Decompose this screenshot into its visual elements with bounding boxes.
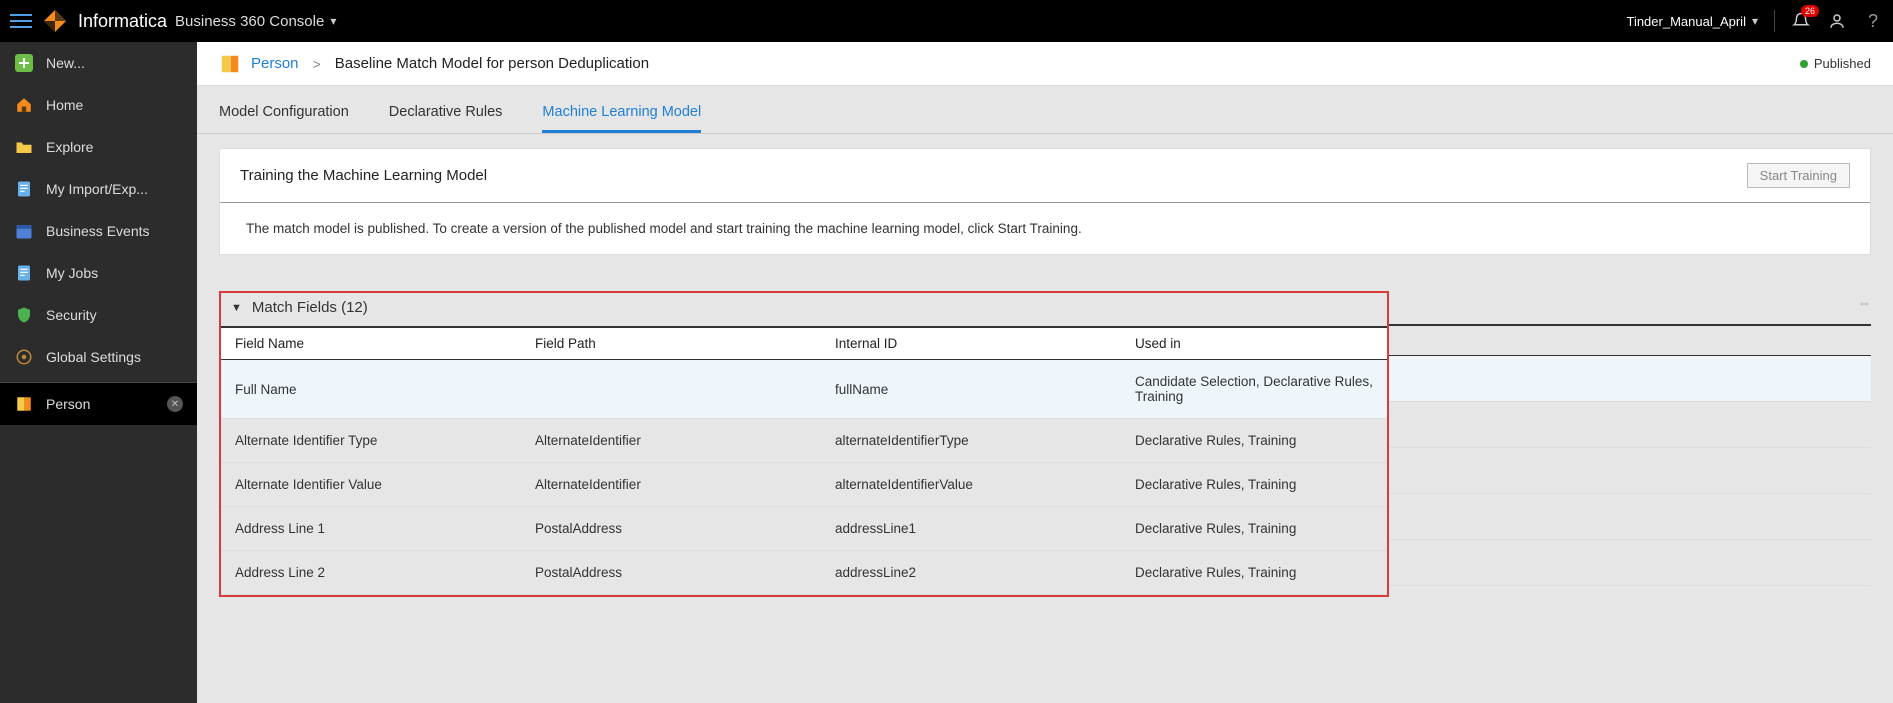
person-entity-icon (14, 394, 34, 414)
cell: Address Line 2 (221, 551, 521, 595)
breadcrumb-link[interactable]: Person (251, 55, 299, 72)
cell: Alternate Identifier Type (221, 419, 521, 463)
username-label: Tinder_Manual_April (1626, 14, 1745, 29)
panel-title: Training the Machine Learning Model (240, 167, 487, 184)
notifications-icon[interactable]: 26 (1791, 11, 1811, 31)
cell: PostalAddress (521, 507, 821, 551)
plus-icon (14, 53, 34, 73)
drag-handle-icon[interactable]: ⇔ (1858, 295, 1871, 310)
sidebar-item-explore[interactable]: Explore (0, 126, 197, 168)
cell: AlternateIdentifier (521, 463, 821, 507)
tab-declarative-rules[interactable]: Declarative Rules (389, 104, 503, 133)
sidebar-item-label: Explore (46, 139, 93, 155)
cell: Declarative Rules, Training (1121, 507, 1387, 551)
tab-bar: Model Configuration Declarative Rules Ma… (197, 86, 1893, 134)
chevron-down-icon: ▾ (1752, 14, 1758, 28)
table-row[interactable]: Alternate Identifier ValueAlternateIdent… (221, 463, 1387, 507)
notification-badge: 26 (1801, 5, 1819, 17)
cell: PostalAddress (521, 551, 821, 595)
cell: addressLine1 (821, 507, 1121, 551)
cell: Declarative Rules, Training (1121, 463, 1387, 507)
page-title: Baseline Match Model for person Deduplic… (335, 55, 649, 72)
gear-icon (14, 347, 34, 367)
cell: alternateIdentifierValue (821, 463, 1121, 507)
sidebar-item-global-settings[interactable]: Global Settings (0, 336, 197, 378)
brand-label: Informatica (78, 11, 167, 32)
sidebar-item-new[interactable]: New... (0, 42, 197, 84)
menu-icon[interactable] (10, 10, 32, 32)
status-label: Published (1814, 56, 1871, 71)
folder-icon (14, 137, 34, 157)
sidebar-open-tab-person[interactable]: Person ✕ (0, 383, 197, 425)
start-training-button[interactable]: Start Training (1747, 163, 1850, 188)
sidebar-item-business-events[interactable]: Business Events (0, 210, 197, 252)
user-icon[interactable] (1827, 11, 1847, 31)
sidebar-item-label: Home (46, 97, 83, 113)
sidebar-item-label: Security (46, 307, 97, 323)
cell (521, 360, 821, 419)
cell: Declarative Rules, Training (1121, 551, 1387, 595)
status-badge: Published (1800, 56, 1871, 71)
shield-icon (14, 305, 34, 325)
section-title: Match Fields (12) (252, 299, 368, 316)
cell: Full Name (221, 360, 521, 419)
topbar: Informatica Business 360 Console ▾ Tinde… (0, 0, 1893, 42)
cell: Alternate Identifier Value (221, 463, 521, 507)
match-fields-table: Field Name Field Path Internal ID Used i… (221, 326, 1387, 595)
sidebar-item-home[interactable]: Home (0, 84, 197, 126)
sidebar-item-label: Person (46, 396, 90, 412)
tab-model-configuration[interactable]: Model Configuration (219, 104, 349, 133)
console-label[interactable]: Business 360 Console (175, 13, 324, 30)
sidebar: New... Home Explore My Import/Exp... Bus… (0, 42, 197, 703)
table-row[interactable]: Full Name fullNameCandidate Selection, De… (221, 360, 1387, 419)
page-icon (14, 263, 34, 283)
table-row[interactable]: Alternate Identifier TypeAlternateIdenti… (221, 419, 1387, 463)
cell: alternateIdentifierType (821, 419, 1121, 463)
sidebar-item-label: New... (46, 55, 85, 71)
divider (1774, 10, 1775, 32)
section-header[interactable]: ▼ Match Fields (12) (221, 295, 1387, 326)
column-header[interactable]: Field Name (221, 327, 521, 360)
breadcrumb-separator: > (313, 56, 321, 72)
chevron-down-icon[interactable]: ▾ (330, 14, 336, 28)
sidebar-item-label: My Jobs (46, 265, 98, 281)
person-entity-icon (219, 53, 241, 75)
sidebar-item-label: Global Settings (46, 349, 141, 365)
cell: Declarative Rules, Training (1121, 419, 1387, 463)
status-dot-icon (1800, 60, 1808, 68)
help-icon[interactable]: ? (1863, 11, 1883, 31)
cell: addressLine2 (821, 551, 1121, 595)
table-row[interactable]: Address Line 1PostalAddressaddressLine1D… (221, 507, 1387, 551)
sidebar-item-label: My Import/Exp... (46, 181, 148, 197)
tab-machine-learning-model[interactable]: Machine Learning Model (542, 104, 701, 133)
training-panel: Training the Machine Learning Model Star… (219, 148, 1871, 255)
panel-message: The match model is published. To create … (220, 203, 1870, 254)
page-icon (14, 179, 34, 199)
sidebar-item-security[interactable]: Security (0, 294, 197, 336)
column-header[interactable]: Internal ID (821, 327, 1121, 360)
sidebar-item-label: Business Events (46, 223, 150, 239)
user-dropdown[interactable]: Tinder_Manual_April ▾ (1626, 14, 1758, 29)
calendar-icon (14, 221, 34, 241)
cell: fullName (821, 360, 1121, 419)
cell: Candidate Selection, Declarative Rules, … (1121, 360, 1387, 419)
sidebar-item-import-export[interactable]: My Import/Exp... (0, 168, 197, 210)
close-icon[interactable]: ✕ (167, 396, 183, 412)
column-header[interactable]: Used in (1121, 327, 1387, 360)
cell: AlternateIdentifier (521, 419, 821, 463)
match-fields-section: ▼ Match Fields (12) Field Name Field Pat… (219, 291, 1871, 597)
cell: Address Line 1 (221, 507, 521, 551)
home-icon (14, 95, 34, 115)
brand-logo-icon (42, 8, 68, 34)
main-content: Person > Baseline Match Model for person… (197, 42, 1893, 703)
breadcrumb: Person > Baseline Match Model for person… (197, 42, 1893, 86)
caret-down-icon: ▼ (231, 302, 242, 314)
column-header[interactable]: Field Path (521, 327, 821, 360)
table-row[interactable]: Address Line 2PostalAddressaddressLine2D… (221, 551, 1387, 595)
sidebar-item-my-jobs[interactable]: My Jobs (0, 252, 197, 294)
